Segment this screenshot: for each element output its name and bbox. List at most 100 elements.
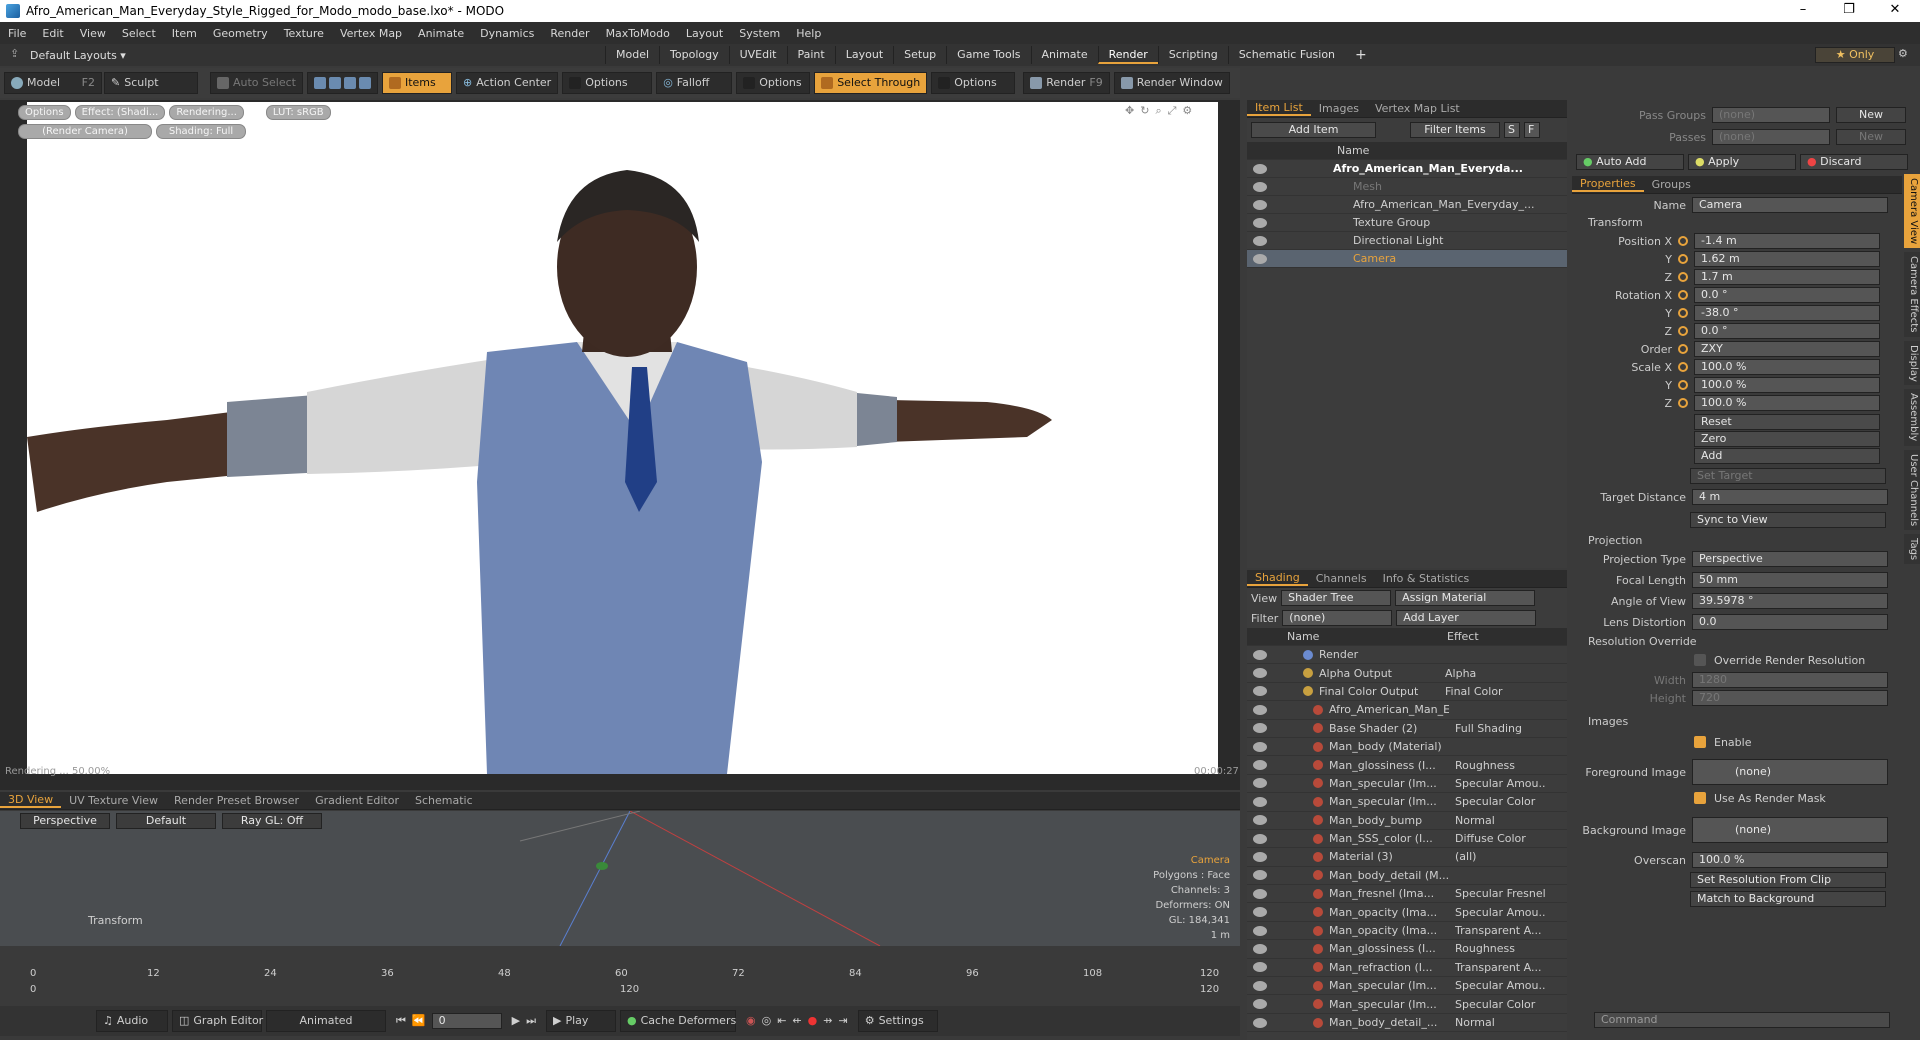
tab-groups[interactable]: Groups [1644,178,1699,191]
key-icon[interactable]: ◉ [746,1011,756,1031]
side-tab-tags[interactable]: Tags [1904,533,1920,565]
tab-schematic[interactable]: Schematic [407,794,481,807]
tab-render[interactable]: Render [1097,46,1158,64]
audio-button[interactable]: ♫ Audio [96,1010,168,1032]
visibility-eye-icon[interactable] [1253,796,1267,807]
falloff-button[interactable]: ◎ Falloff [656,72,733,94]
default-button[interactable]: Default [116,813,216,829]
resolution-override-section[interactable]: Resolution Override [1572,633,1902,651]
tab-model[interactable]: Model [605,46,659,64]
tab-setup[interactable]: Setup [893,46,946,64]
reset-dropdown[interactable]: Reset [1694,414,1880,430]
command-input[interactable]: Command [1594,1012,1890,1028]
sculpt-button[interactable]: ✎ Sculpt [104,72,198,94]
filter-dropdown[interactable]: (none) [1282,610,1393,626]
position-z-input[interactable]: 1.7 m [1694,269,1880,285]
layer-effect[interactable]: Specular Fresnel [1455,887,1545,900]
side-tab-camera-effects[interactable]: Camera Effects [1904,252,1920,337]
next-key-nav-icon[interactable]: ⇥ [838,1011,847,1031]
tab-3d-view[interactable]: 3D View [0,793,62,808]
shader-row[interactable]: Man_specular (Im... Specular Amou... [1247,977,1567,996]
visibility-eye-icon[interactable] [1253,649,1267,660]
layer-effect[interactable]: Full Shading [1455,722,1545,735]
shader-row[interactable]: Man_opacity (Ima... Transparent A... [1247,922,1567,941]
zoom-icon[interactable]: ⌕ [1155,104,1161,118]
override-checkbox[interactable] [1694,654,1706,666]
tab-scripting[interactable]: Scripting [1157,46,1228,64]
menu-vertex-map[interactable]: Vertex Map [332,27,410,40]
menu-render[interactable]: Render [542,27,597,40]
visibility-eye-icon[interactable] [1253,235,1267,246]
discard-button[interactable]: ● Discard [1800,154,1908,170]
shader-row[interactable]: Man_body (Material) [1247,738,1567,757]
rotation-z-input[interactable]: 0.0 ° [1694,323,1880,339]
projection-section[interactable]: Projection [1572,532,1902,550]
menu-edit[interactable]: Edit [34,27,71,40]
materials-icon[interactable] [358,77,371,89]
shader-row[interactable]: Man_glossiness (I... Roughness [1247,940,1567,959]
foreground-image-picker[interactable]: (none) [1692,759,1888,785]
visibility-eye-icon[interactable] [1253,999,1267,1010]
layer-effect[interactable]: Normal [1455,1016,1545,1029]
menu-item[interactable]: Item [164,27,205,40]
layout-dropdown[interactable]: Default Layouts ▾ [30,49,126,62]
overscan-input[interactable]: 100.0 % [1692,852,1888,868]
animate-icon[interactable] [1678,236,1688,246]
animated-dropdown[interactable]: Animated [266,1010,386,1032]
layer-effect[interactable]: Specular Color [1455,998,1545,1011]
key-left-icon[interactable]: ⇷ [792,1011,801,1031]
visibility-eye-icon[interactable] [1253,181,1267,192]
menu-view[interactable]: View [72,27,114,40]
visibility-eye-icon[interactable] [1253,943,1267,954]
key-right-icon[interactable]: ⇸ [823,1011,832,1031]
add-layer-button[interactable]: Add Layer [1396,610,1537,626]
target-distance-input[interactable]: 4 m [1692,489,1888,505]
view-dropdown[interactable]: Shader Tree [1281,590,1392,606]
animate-icon[interactable] [1678,254,1688,264]
position-y-input[interactable]: 1.62 m [1694,251,1880,267]
menu-layout[interactable]: Layout [678,27,731,40]
tab-item-list[interactable]: Item List [1247,101,1311,116]
name-input[interactable]: Camera [1692,197,1888,213]
collapse-icon[interactable]: ⇪ [10,47,19,60]
scale-y-input[interactable]: 100.0 % [1694,377,1880,393]
shader-row[interactable]: Man_SSS_color (I... Diffuse Color [1247,830,1567,849]
f-button[interactable]: F [1524,122,1540,138]
shader-row[interactable]: Man_fresnel (Ima... Specular Fresnel [1247,885,1567,904]
lens-distortion-input[interactable]: 0.0 [1692,614,1888,630]
visibility-eye-icon[interactable] [1253,870,1267,881]
visibility-eye-icon[interactable] [1253,668,1267,679]
3d-view[interactable]: Perspective Default Ray GL: Off Transfor… [0,811,1240,946]
shader-row[interactable]: Man_body_bump Normal [1247,812,1567,830]
item-row[interactable]: Afro_American_Man_Everyda... [1247,160,1567,178]
tab-paint[interactable]: Paint [786,46,835,64]
layer-effect[interactable]: Alpha [1445,667,1535,680]
rotate-icon[interactable]: ↻ [1140,104,1149,118]
action-center-button[interactable]: ⊕ Action Center [455,72,559,94]
auto-add-button[interactable]: ● Auto Add [1576,154,1684,170]
add-item-button[interactable]: Add Item [1251,122,1376,138]
match-background-button[interactable]: Match to Background [1690,891,1886,907]
tab-uvedit[interactable]: UVEdit [728,46,787,64]
menu-system[interactable]: System [731,27,788,40]
item-row[interactable]: Directional Light [1247,232,1567,250]
name-column-header[interactable]: Name [1337,144,1369,157]
animate-icon[interactable] [1678,290,1688,300]
shader-row[interactable]: Man_body_detail_... Normal [1247,1014,1567,1033]
side-tab-user-channels[interactable]: User Channels [1904,449,1920,530]
frame-input[interactable]: 0 [431,1013,502,1029]
shader-row[interactable]: Man_opacity (Ima... Specular Amou... [1247,903,1567,922]
width-input[interactable]: 1280 [1692,672,1888,688]
shader-row[interactable]: Man_body_detail (M... [1247,867,1567,886]
side-tab-display[interactable]: Display [1904,340,1920,386]
settings-icon[interactable]: ⚙ [1182,104,1192,118]
tab-vertex-map-list[interactable]: Vertex Map List [1367,102,1468,115]
tab-shading[interactable]: Shading [1247,571,1308,586]
set-target-button[interactable]: Set Target [1690,468,1886,484]
sync-to-view-button[interactable]: Sync to View [1690,512,1886,528]
new-pass-button[interactable]: New [1836,129,1906,145]
visibility-eye-icon[interactable] [1253,686,1267,697]
tab-topology[interactable]: Topology [659,46,729,64]
layer-effect[interactable]: Specular Amou... [1455,979,1545,992]
filter-items-button[interactable]: Filter Items [1410,122,1500,138]
